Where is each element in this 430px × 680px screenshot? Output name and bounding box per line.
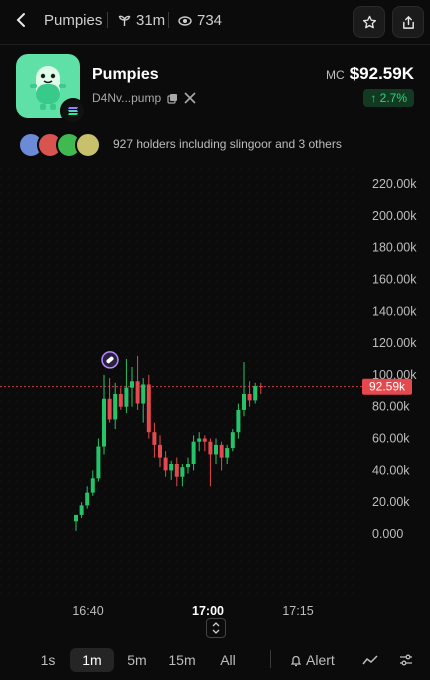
candle-body [158,444,162,458]
candle-body [253,386,258,401]
alert-button[interactable]: Alert [290,648,346,672]
candle-body [247,394,252,401]
candle-body [236,409,241,433]
candle-body [186,464,190,468]
candle-body [74,514,78,522]
holders-summary: 927 holders including slingoor and 3 oth… [113,137,342,151]
candle-body [107,398,112,420]
solana-chain-icon [60,98,86,124]
candle-body [169,464,174,471]
candle-body [90,478,95,493]
candle-body [79,505,84,515]
copy-icon[interactable] [167,93,178,104]
alert-label: Alert [306,652,335,668]
x-twitter-icon[interactable] [184,92,196,104]
y-tick-label: 20.00k [372,495,410,509]
token-name: Pumpies [92,66,159,83]
x-tick-label: 16:40 [72,604,103,618]
settings-button[interactable] [394,648,418,672]
candle-body [191,441,196,464]
candle-body [174,464,179,477]
avatar [75,132,101,158]
candle-body [135,381,140,404]
y-tick-label: 180.00k [372,241,417,255]
price-chart[interactable]: 220.00k 200.00k 180.00k 160.00k 140.00k 120.0… [0,160,430,640]
candle-body [152,432,157,445]
candle-body [208,441,213,455]
candle-body [85,492,90,506]
candle-body [130,381,134,388]
timeframe-all[interactable]: All [212,648,244,672]
y-tick-label: 60.00k [372,432,410,446]
current-price-label: 92.59k [369,380,406,394]
divider [270,650,271,668]
candle-body [197,438,202,442]
indicator-button[interactable] [358,648,382,672]
chart-grid [0,165,360,600]
token-address-row: D4Nv...pump [92,91,196,105]
timeframe-1m[interactable]: 1m [70,648,114,672]
views-stat: 734 [178,12,222,29]
x-tick-label: 17:15 [282,604,313,618]
candle-body [141,384,146,404]
candle-body [225,448,230,458]
timeframe-15m[interactable]: 15m [164,648,200,672]
price-change-badge: ↑ 2.7% [363,89,414,107]
candle-body [219,444,224,458]
candle-body [242,394,246,410]
sliders-icon [400,654,412,666]
favorite-button[interactable] [353,6,385,38]
y-tick-label: 140.00k [372,304,417,318]
eye-icon [178,15,192,26]
candle-body [230,432,235,449]
x-tick-label: 17:00 [192,604,224,618]
divider [107,12,108,28]
candle-body [96,446,101,479]
expand-chart-button[interactable] [206,618,226,638]
top-bar: Pumpies 31m 734 [0,0,430,45]
sprout-icon [118,15,131,26]
y-tick-label: 200.00k [372,209,417,223]
candle-body [202,438,207,442]
candle-body [146,384,151,433]
divider [168,12,169,28]
candle-body [214,444,218,455]
candle-body [102,398,106,447]
y-tick-label: 160.00k [372,272,417,286]
candle-body [113,394,118,420]
timeframe-5m[interactable]: 5m [122,648,152,672]
timeframe-1s[interactable]: 1s [34,648,62,672]
y-tick-label: 80.00k [372,400,410,414]
token-address: D4Nv...pump [92,91,162,105]
candle-body [163,457,168,471]
holder-avatars[interactable] [18,132,101,158]
chevron-updown-icon [212,622,220,634]
candle-body [180,467,185,477]
star-icon [362,15,376,28]
y-tick-label: 40.00k [372,463,410,477]
age-value: 31m [136,12,166,29]
candle-body [124,387,129,407]
market-cap-value: $92.59K [349,64,414,83]
share-button[interactable] [392,6,424,38]
bell-icon [290,655,302,666]
y-tick-label: 120.00k [372,336,417,350]
back-chevron-icon[interactable] [12,10,32,30]
page-title: Pumpies [44,12,103,29]
share-icon [402,15,414,29]
line-chart-icon [362,655,378,665]
age-stat: 31m [118,12,165,29]
market-cap-label: MC [326,68,345,82]
y-tick-label: 0.000 [372,527,403,541]
candle-body [258,386,263,388]
y-tick-label: 220.00k [372,177,417,191]
views-value: 734 [197,12,223,29]
candle-body [118,394,123,407]
market-cap: MC $92.59K [326,64,414,84]
